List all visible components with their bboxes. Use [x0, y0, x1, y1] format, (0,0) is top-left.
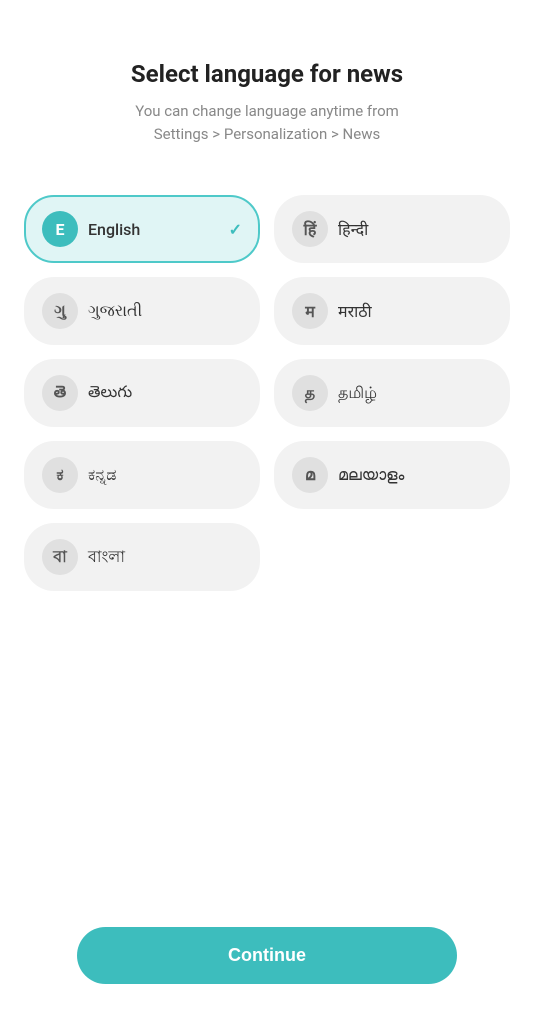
language-avatar-gujarati: ગુ [42, 293, 78, 329]
language-item-kannada[interactable]: ಕ ಕನ್ನಡ [24, 441, 260, 509]
language-name-bangla: বাংলা [88, 544, 242, 571]
language-avatar-marathi: म [292, 293, 328, 329]
language-name-malayalam: മലയാളം [338, 465, 492, 485]
language-name-telugu: తెలుగు [88, 382, 242, 405]
language-avatar-english: E [42, 211, 78, 247]
language-item-hindi[interactable]: हिं हिन्दी [274, 195, 510, 263]
language-avatar-kannada: ಕ [42, 457, 78, 493]
language-item-bangla[interactable]: বা বাংলা [24, 523, 260, 591]
language-name-gujarati: ગુજરાતી [88, 301, 242, 321]
language-name-english: English [88, 220, 219, 239]
language-name-tamil: தமிழ் [338, 383, 492, 404]
language-avatar-tamil: த [292, 375, 328, 411]
language-name-marathi: मराठी [338, 300, 492, 322]
language-avatar-malayalam: മ [292, 457, 328, 493]
language-check-english: ✓ [229, 220, 242, 239]
language-name-kannada: ಕನ್ನಡ [88, 465, 242, 485]
language-item-english[interactable]: E English ✓ [24, 195, 260, 263]
language-item-tamil[interactable]: த தமிழ் [274, 359, 510, 427]
page-subtitle: You can change language anytime fromSett… [131, 100, 403, 145]
page-title: Select language for news [131, 60, 403, 88]
language-grid: E English ✓ हिं हिन्दी ગુ ગુજરાતી म मराठी తె తెలుగ… [0, 165, 534, 621]
language-name-hindi: हिन्दी [338, 218, 492, 240]
language-item-telugu[interactable]: తె తెలుగు [24, 359, 260, 427]
language-item-malayalam[interactable]: മ മലയാളം [274, 441, 510, 509]
page-header: Select language for news You can change … [91, 0, 443, 165]
language-avatar-telugu: తె [42, 375, 78, 411]
language-avatar-bangla: বা [42, 539, 78, 575]
language-item-marathi[interactable]: म मराठी [274, 277, 510, 345]
language-item-gujarati[interactable]: ગુ ગુજરાતી [24, 277, 260, 345]
continue-button[interactable]: Continue [77, 927, 457, 984]
continue-button-wrapper: Continue [0, 927, 534, 984]
language-avatar-hindi: हिं [292, 211, 328, 247]
